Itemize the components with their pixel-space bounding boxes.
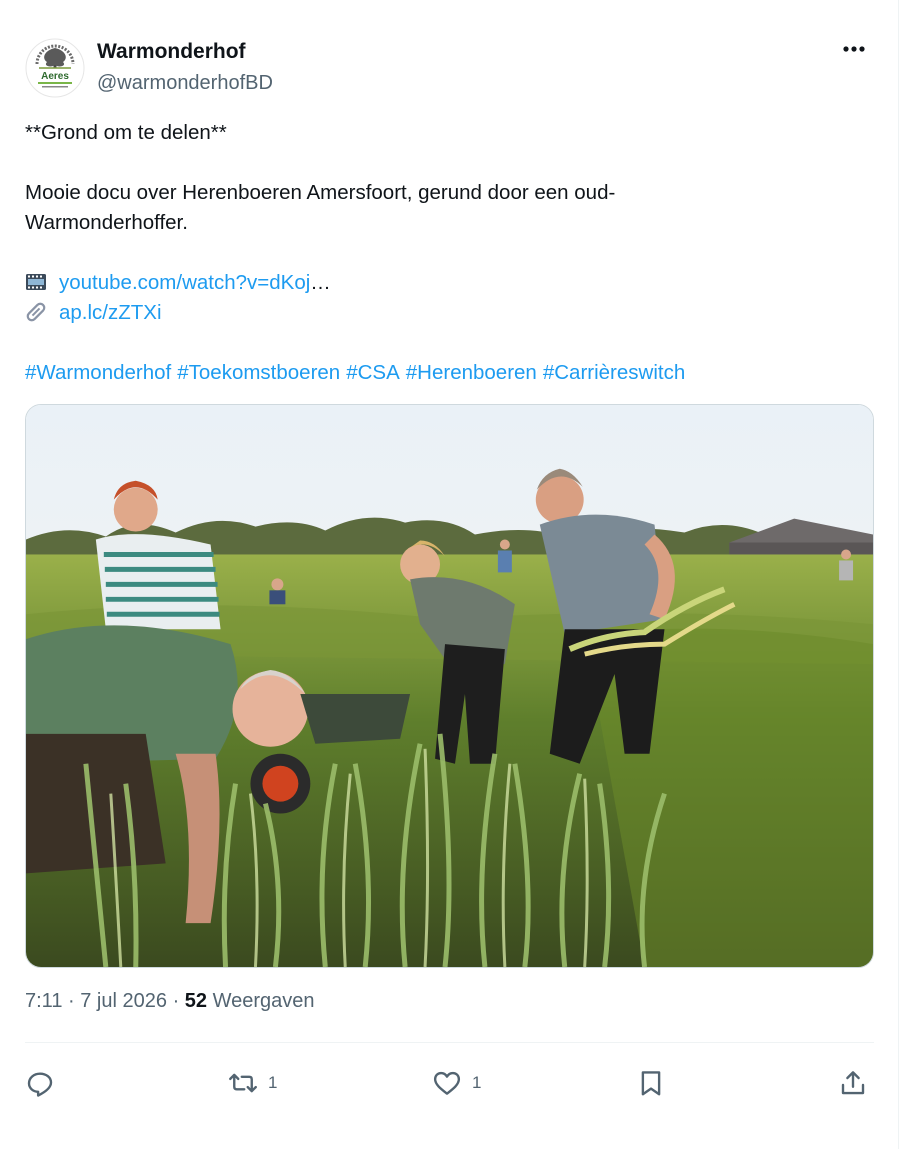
like-count: 1 (472, 1073, 482, 1092)
short-link[interactable]: ap.lc/zZTXi (59, 301, 162, 324)
author-handle[interactable]: @warmonderhofBD (97, 72, 273, 95)
bookmark-icon (641, 1071, 661, 1096)
post-time[interactable]: 7:11 (25, 990, 62, 1012)
link-row-youtube: youtube.com/watch?v=dKoj… (25, 268, 825, 298)
hashtag-row: #Warmonderhof #Toekomstboeren #CSA #Herenbo… (25, 358, 825, 388)
link-row-short: ap.lc/zZTXi (25, 298, 825, 328)
hashtag-csa[interactable]: #CSA (346, 361, 400, 384)
share-icon (841, 1071, 865, 1095)
reply-button[interactable] (25, 1065, 55, 1101)
paperclip-icon (26, 302, 46, 322)
author-name[interactable]: Warmonderhof (97, 40, 246, 64)
harvest-field-photo (26, 405, 873, 967)
post-meta: 7:11 · 7 jul 2026 · 52 Weergaven (25, 990, 315, 1013)
retweet-count: 1 (268, 1073, 278, 1092)
post-title-line: **Grond om te delen** (25, 121, 227, 144)
views-count: 52 (184, 990, 208, 1012)
more-dots-icon (843, 46, 865, 52)
meta-separator: · (172, 990, 180, 1012)
post-photo[interactable] (25, 404, 874, 968)
youtube-link[interactable]: youtube.com/watch?v=dKoj (59, 271, 310, 294)
warmonderhof-logo-icon: Aeres (25, 38, 85, 98)
post-description-line-1: Mooie docu over Herenboeren Amersfoort, … (25, 181, 616, 204)
bookmark-button[interactable] (636, 1065, 666, 1101)
heart-icon (433, 1071, 461, 1095)
hashtag-toekomstboeren[interactable]: #Toekomstboeren (177, 361, 340, 384)
post-date[interactable]: 7 jul 2026 (80, 990, 167, 1012)
svg-text:Aeres: Aeres (41, 71, 69, 82)
post-card: Aeres Warmonderhof @warmonderhofBD **Gro… (0, 0, 899, 1149)
hashtag-warmonderhof[interactable]: #Warmonderhof (25, 361, 171, 384)
meta-separator: · (68, 990, 75, 1012)
reply-icon (27, 1072, 53, 1097)
share-button[interactable] (838, 1065, 868, 1101)
like-button[interactable]: 1 (432, 1065, 481, 1101)
author-avatar[interactable]: Aeres (25, 38, 85, 98)
divider (25, 1042, 874, 1043)
retweet-button[interactable]: 1 (228, 1065, 277, 1101)
more-options-button[interactable] (834, 32, 874, 66)
retweet-icon (229, 1073, 257, 1093)
link-ellipsis: … (310, 271, 331, 294)
post-description-line-2: Warmonderhoffer. (25, 211, 188, 234)
hashtag-carriereswitch[interactable]: #Carrièreswitch (543, 361, 685, 384)
views-label: Weergaven (212, 990, 315, 1012)
film-frames-icon (26, 274, 46, 290)
post-text: **Grond om te delen** Mooie docu over He… (25, 118, 825, 388)
hashtag-herenboeren[interactable]: #Herenboeren (406, 361, 537, 384)
